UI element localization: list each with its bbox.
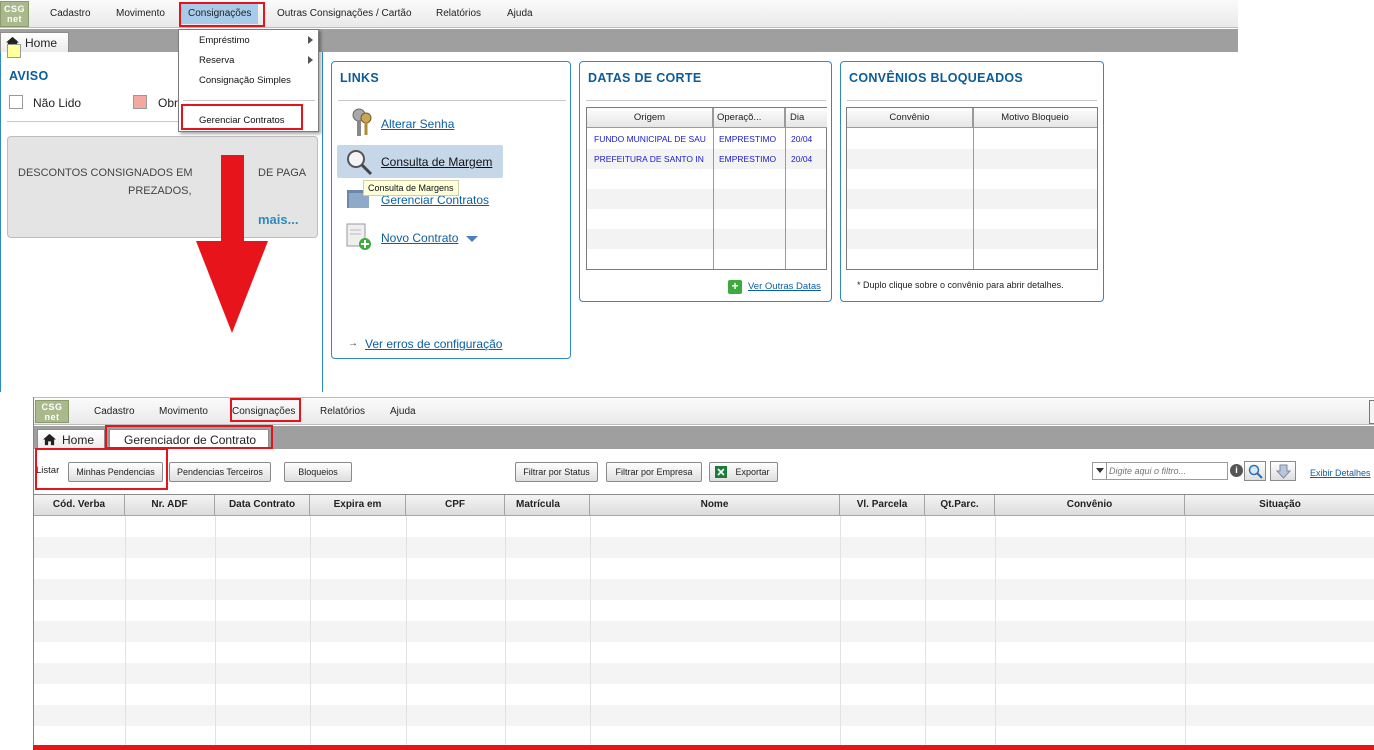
menu-cadastro[interactable]: Cadastro (50, 8, 91, 19)
dropdown-divider (183, 100, 315, 101)
notice-card[interactable]: DESCONTOS CONSIGNADOS EM DE PAGA PREZADO… (7, 136, 318, 238)
link-alterar-senha[interactable]: Alterar Senha (381, 117, 454, 131)
col-header-vl-parcela[interactable]: Vl. Parcela (840, 495, 925, 515)
menu-relatorios[interactable]: Relatórios (436, 8, 481, 19)
tab-home-label: Home (62, 433, 95, 447)
exibir-detalhes-link[interactable]: Exibir Detalhes (1310, 468, 1371, 478)
keys-icon (352, 108, 372, 136)
dropdown-item-reserva[interactable]: Reserva (199, 55, 234, 66)
notice-line1a: DESCONTOS CONSIGNADOS EM (18, 167, 193, 179)
legend-unread-swatch (9, 95, 23, 109)
tab-home[interactable]: Home (37, 429, 105, 449)
menu-relatorios[interactable]: Relatórios (320, 406, 365, 417)
convenios-footnote: * Duplo clique sobre o convênio para abr… (857, 280, 1064, 290)
convenios-grid: Convênio Motivo Bloqueio (846, 107, 1098, 270)
red-arrow-down-icon (196, 155, 268, 333)
home-icon (43, 433, 56, 446)
excel-icon (715, 466, 727, 478)
magnifier-icon (347, 150, 373, 176)
link-novo-contrato[interactable]: Novo Contrato (381, 231, 458, 245)
links-panel: LINKS Alterar Senha Consulta de Margem G… (331, 61, 571, 359)
link-ver-erros[interactable]: Ver erros de configuração (365, 337, 502, 351)
datas-corte-panel: DATAS DE CORTE Origem Operaçõ... Dia FUN… (579, 61, 832, 302)
datas-corte-grid: Origem Operaçõ... Dia FUNDO MUNICIPAL DE… (586, 107, 827, 270)
col-header-situacao[interactable]: Situação (1185, 495, 1374, 515)
contracts-table: Cód. Verba Nr. ADF Data Contrato Expira … (34, 494, 1374, 750)
chevron-down-icon[interactable] (1096, 468, 1104, 473)
bottom-screen: CSG net Cadastro Movimento Consignações R… (33, 397, 1374, 750)
menu-movimento[interactable]: Movimento (159, 406, 208, 417)
chevron-down-icon[interactable] (466, 236, 478, 242)
search-icon (1248, 464, 1263, 479)
tab-home-label: Home (25, 36, 58, 50)
convenios-panel: CONVÊNIOS BLOQUEADOS Convênio Motivo Blo… (840, 61, 1104, 302)
csg-net-logo[interactable]: CSG net (35, 400, 69, 423)
divider (847, 100, 1097, 101)
link-ver-outras-datas[interactable]: Ver Outras Datas (748, 281, 821, 292)
menu-cadastro[interactable]: Cadastro (94, 406, 135, 417)
menu-ajuda[interactable]: Ajuda (507, 8, 533, 19)
link-consulta-margem[interactable]: Consulta de Margem (381, 155, 492, 169)
aviso-title: AVISO (9, 69, 49, 83)
dropdown-item-consignacao-simples[interactable]: Consignação Simples (199, 75, 291, 86)
bottom-highlight-bar (33, 745, 1374, 750)
filter-input[interactable] (1109, 464, 1225, 478)
col-header-nr-adf[interactable]: Nr. ADF (125, 495, 215, 515)
convenios-title: CONVÊNIOS BLOQUEADOS (849, 71, 1024, 85)
col-header-matricula[interactable]: Matrícula (505, 495, 590, 515)
menu-ajuda[interactable]: Ajuda (390, 406, 416, 417)
col-header-origem[interactable]: Origem (587, 108, 713, 128)
legend-mandatory-swatch (133, 95, 147, 109)
csg-net-logo[interactable]: CSG net (0, 1, 29, 27)
submenu-arrow-icon (308, 36, 313, 44)
bloqueios-button[interactable]: Bloqueios (284, 462, 352, 482)
col-header-data-contrato[interactable]: Data Contrato (215, 495, 310, 515)
col-header-operacao[interactable]: Operaçõ... (713, 108, 785, 128)
highlight-gerenciar-contratos (181, 104, 303, 130)
plus-icon[interactable]: + (728, 280, 742, 294)
col-header-motivo[interactable]: Motivo Bloqueio (973, 108, 1097, 128)
divider (338, 100, 566, 101)
col-header-qt-parc[interactable]: Qt.Parc. (925, 495, 995, 515)
menu-outras-consignacoes[interactable]: Outras Consignações / Cartão (277, 8, 412, 19)
legend-unread-label: Não Lido (33, 96, 82, 110)
col-header-dia[interactable]: Dia (785, 108, 827, 128)
menu-movimento[interactable]: Movimento (116, 8, 165, 19)
datas-corte-title: DATAS DE CORTE (588, 71, 702, 85)
col-header-nome[interactable]: Nome (590, 495, 840, 515)
notice-line2: PREZADOS, (128, 185, 192, 197)
exportar-button[interactable]: Exportar (709, 462, 778, 482)
col-header-convenio[interactable]: Convênio (847, 108, 973, 128)
col-header-cod-verba[interactable]: Cód. Verba (34, 495, 125, 515)
arrow-right-icon: → (348, 338, 358, 349)
table-body (34, 516, 1374, 746)
unread-swatch-fill (7, 44, 21, 58)
search-button[interactable] (1244, 461, 1266, 481)
highlight-consignacoes-top (179, 2, 265, 27)
filtrar-empresa-button[interactable]: Filtrar por Empresa (606, 462, 702, 482)
download-button[interactable] (1270, 461, 1296, 481)
highlight-listar (35, 448, 168, 490)
col-header-cpf[interactable]: CPF (406, 495, 505, 515)
dropdown-item-emprestimo[interactable]: Empréstimo (199, 35, 250, 46)
submenu-arrow-icon (308, 56, 313, 64)
arrow-down-icon (1276, 464, 1291, 479)
highlight-consignacoes-bottom (230, 398, 301, 422)
highlight-gerenciador-tab (105, 425, 273, 449)
tooltip: Consulta de Margens (363, 180, 459, 196)
legend-mandatory-label: Obr (158, 96, 179, 110)
links-title: LINKS (340, 71, 379, 85)
col-header-convenio[interactable]: Convênio (995, 495, 1185, 515)
col-header-expira-em[interactable]: Expira em (310, 495, 406, 515)
new-contract-icon (346, 223, 371, 250)
filter-input-box[interactable] (1092, 462, 1228, 480)
info-icon[interactable]: i (1230, 464, 1243, 477)
divider (586, 100, 826, 101)
filtrar-status-button[interactable]: Filtrar por Status (515, 462, 598, 482)
pendencias-terceiros-button[interactable]: Pendencias Terceiros (169, 462, 271, 482)
